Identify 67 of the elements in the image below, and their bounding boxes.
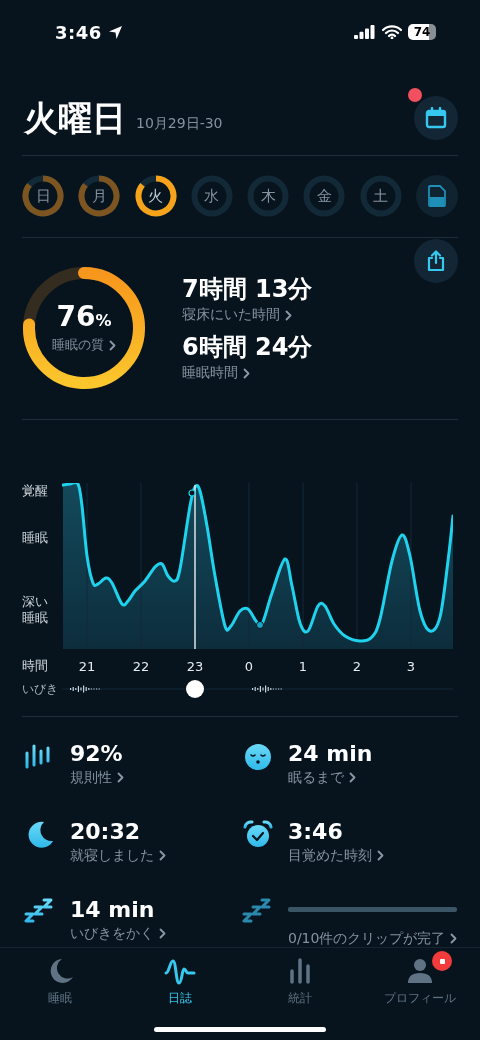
chevron-icon (243, 367, 250, 379)
chevron-icon (109, 339, 116, 351)
hour-label: 0 (243, 658, 255, 674)
stat-value: 20:32 (70, 819, 142, 845)
share-button[interactable] (414, 239, 458, 283)
snore-label: いびき (22, 680, 59, 698)
stat-link[interactable]: 0/10件のクリップが完了 (288, 929, 458, 947)
stat-value: 92% (70, 741, 124, 767)
tab[interactable]: 日誌 (120, 955, 240, 1007)
report-button[interactable] (415, 175, 458, 217)
tab[interactable]: 睡眠 (0, 955, 120, 1007)
stat-value: 14 min (70, 897, 156, 923)
day-tab[interactable]: 日 (22, 175, 64, 217)
sleep-quality-link[interactable]: 睡眠の質 (52, 336, 116, 354)
snore-wave-icon (70, 685, 100, 693)
chevron-icon (159, 849, 166, 861)
chevron-icon (285, 309, 292, 321)
stat-link[interactable]: 規則性 (70, 768, 124, 786)
stat-value: 24 min (288, 741, 373, 767)
signal-icon (354, 25, 376, 39)
day-tab[interactable]: 火 (134, 175, 177, 217)
axis-label: 深い睡眠 (22, 594, 49, 626)
hour-label: 3 (405, 658, 417, 674)
hour-label: 22 (131, 658, 151, 674)
snore-timeline[interactable] (62, 681, 453, 697)
document-icon (427, 185, 446, 207)
stat-value: 3:46 (288, 819, 344, 845)
battery-indicator: 74 (408, 24, 436, 40)
wifi-icon (382, 25, 402, 39)
hour-label: 23 (185, 658, 205, 674)
duration-value: 7時間 13分 (182, 274, 313, 304)
tab[interactable]: プロフィール (360, 955, 480, 1007)
quality-score: 76% (56, 302, 112, 335)
axis-title: 時間 (22, 657, 49, 675)
stat-link[interactable]: 目覚めた時刻 (288, 846, 384, 864)
stat-link[interactable]: いびきをかく (70, 924, 166, 942)
day-tab[interactable]: 水 (190, 175, 233, 217)
axis-label: 睡眠 (22, 530, 49, 546)
duration-link[interactable]: 睡眠時間 (182, 364, 250, 382)
day-tab[interactable]: 月 (78, 175, 121, 217)
snore-wave-icon (252, 685, 282, 693)
timeline-thumb[interactable] (185, 680, 204, 698)
location-arrow-icon (107, 24, 123, 40)
hour-label: 2 (351, 658, 363, 674)
axis-label: 覚醒 (22, 483, 49, 499)
day-title: 火曜日 (24, 97, 126, 140)
chevron-icon (349, 771, 356, 783)
sleeping-face-icon (242, 741, 274, 773)
day-tab[interactable]: 木 (247, 175, 290, 217)
chevron-icon (377, 849, 384, 861)
duration-value: 6時間 24分 (182, 332, 313, 362)
status-time: 3:46 (55, 21, 102, 43)
hour-label: 1 (297, 658, 309, 674)
share-icon (426, 250, 446, 272)
day-tab[interactable]: 金 (303, 175, 346, 217)
hour-label: 21 (77, 658, 97, 674)
stat-link[interactable]: 就寝しました (70, 846, 166, 864)
day-tab[interactable]: 土 (359, 175, 402, 217)
stat-link[interactable]: 眠るまで (288, 768, 356, 786)
duration-link[interactable]: 寝床にいた時間 (182, 306, 292, 324)
date-range: 10月29日-30 (136, 115, 223, 133)
tab[interactable]: 統計 (240, 955, 360, 1007)
calendar-icon (425, 107, 447, 129)
chevron-icon (450, 932, 458, 944)
chevron-icon (117, 771, 124, 783)
chevron-icon (159, 927, 166, 939)
calendar-button[interactable] (414, 96, 458, 140)
